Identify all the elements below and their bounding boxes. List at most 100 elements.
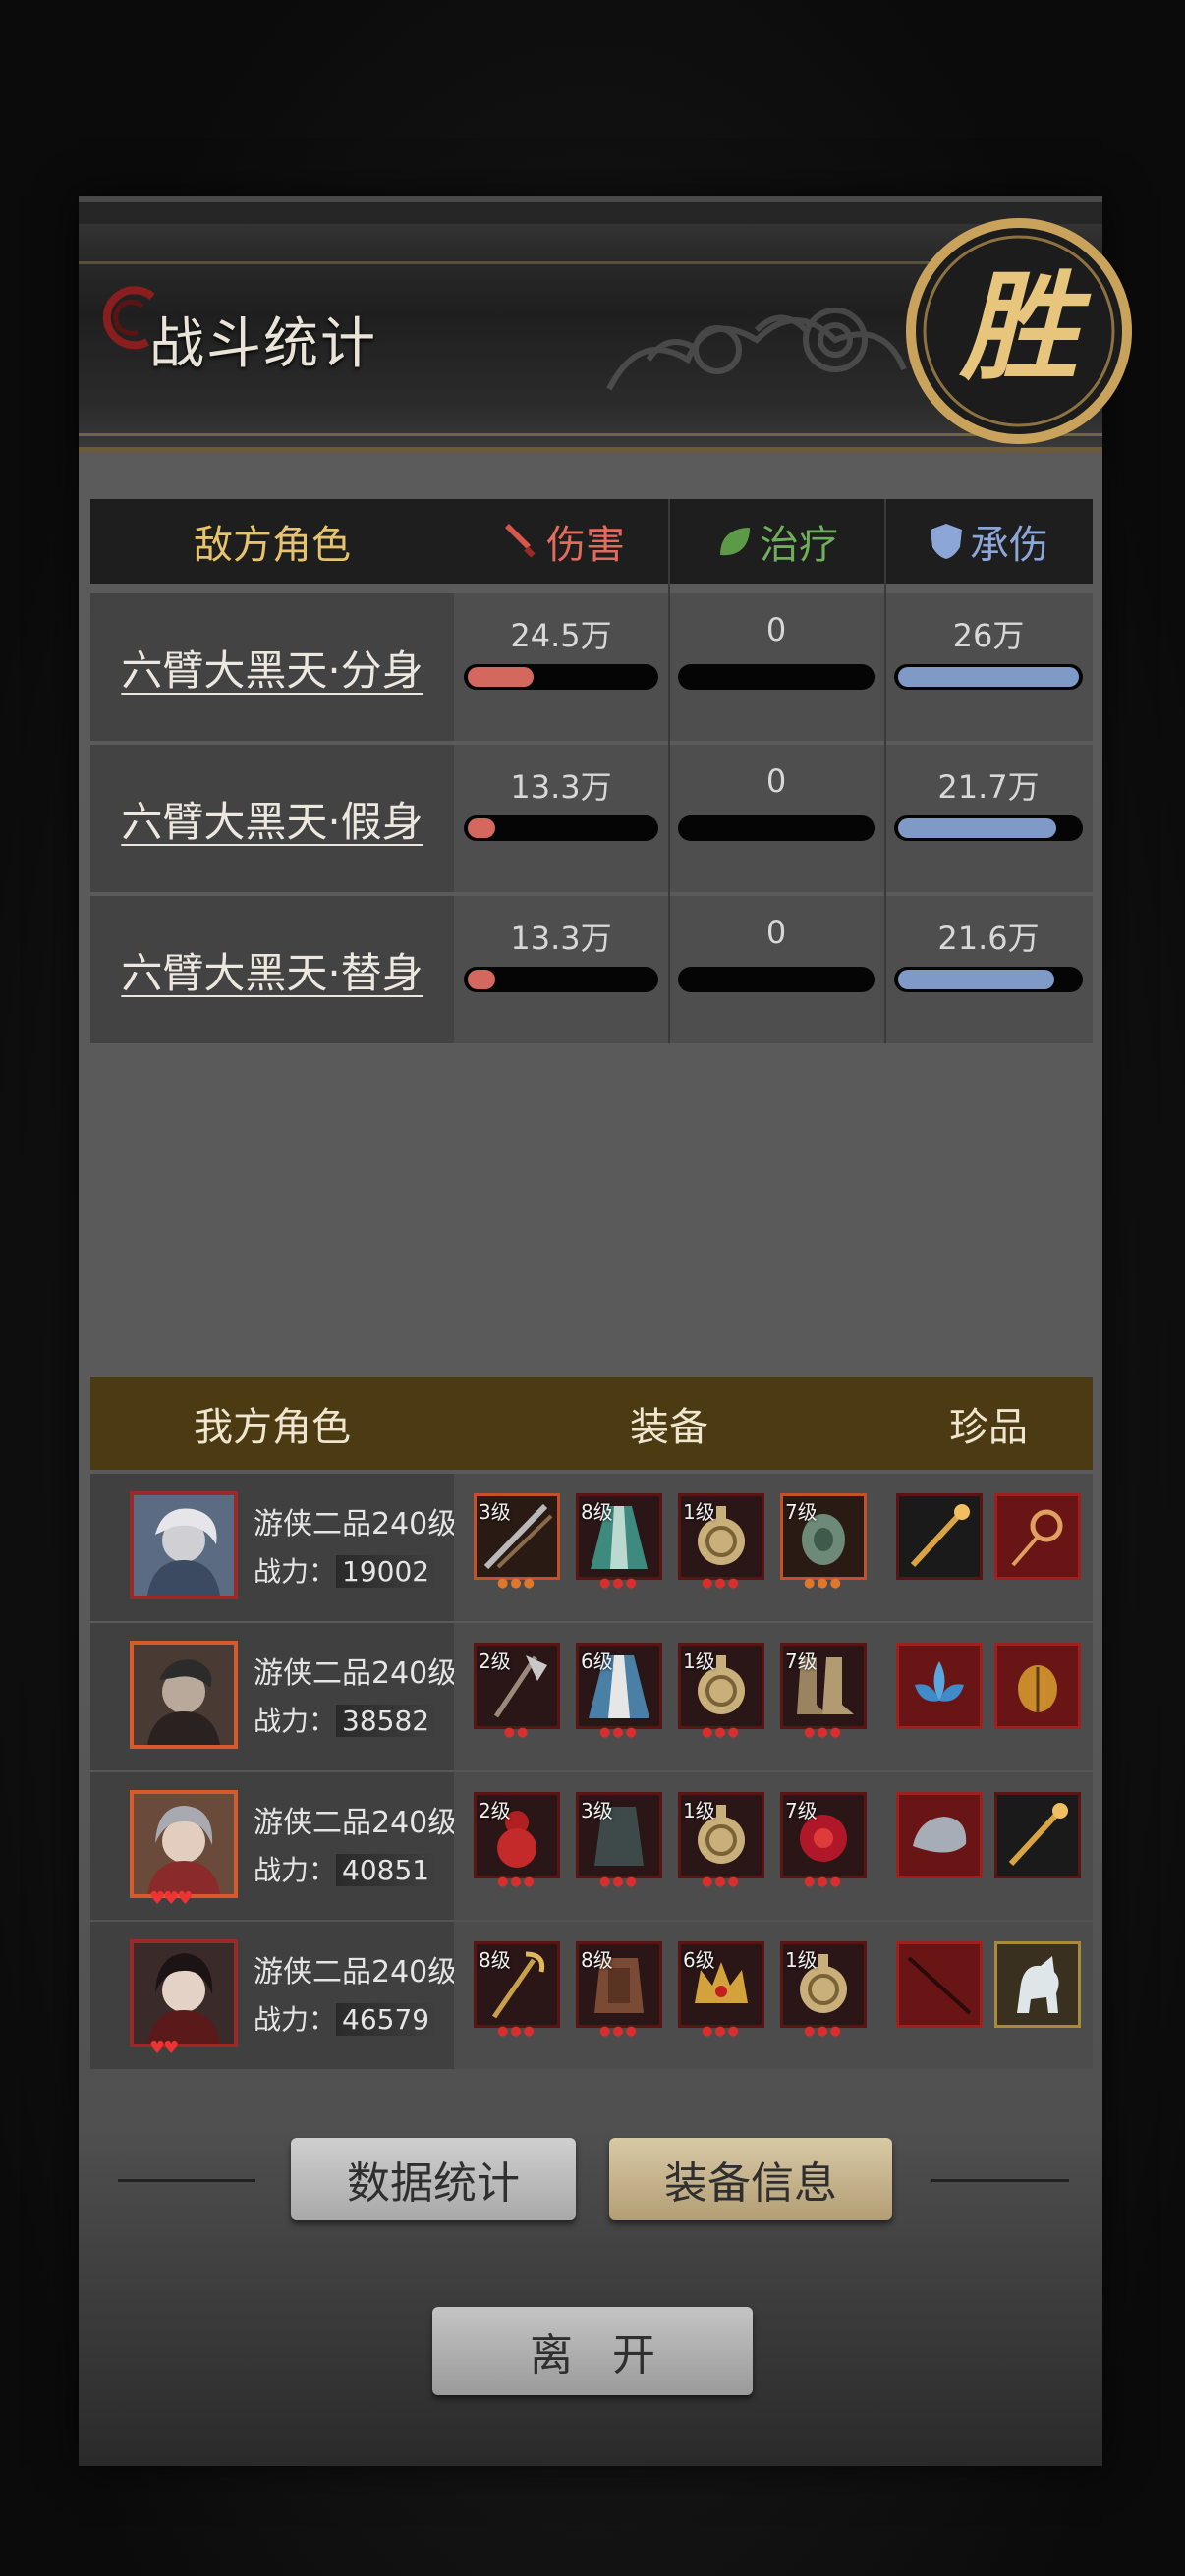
equip-slot[interactable]: 2级 ●●●	[474, 1792, 560, 1889]
treasure-row	[884, 1623, 1093, 1770]
treasure-slot[interactable]	[896, 1941, 983, 2028]
hero-class: 游侠二品240级	[254, 1656, 458, 1691]
equip-slot[interactable]: 3级 ●●●	[576, 1792, 662, 1889]
our-role-header: 我方角色	[90, 1377, 454, 1470]
equip-level: 1级	[785, 1948, 818, 1972]
rod-icon	[899, 1944, 980, 2025]
gem-slots: ●●●	[496, 1875, 537, 1889]
equip-slot[interactable]: 7级 ●●●	[780, 1643, 867, 1740]
tank-header[interactable]: 承伤	[884, 499, 1093, 584]
treasure-slot[interactable]	[994, 1493, 1081, 1580]
hero-portrait[interactable]	[130, 1491, 238, 1599]
damage-value: 24.5万	[510, 617, 612, 654]
damage-cell: 13.3万	[454, 896, 668, 1043]
beetle-icon	[997, 1646, 1078, 1726]
hero-avatar-icon	[134, 1645, 234, 1745]
heal-header[interactable]: 治疗	[668, 499, 884, 584]
hero-power: 战力： 38582	[254, 1700, 446, 1739]
hairpin-icon	[997, 1496, 1078, 1577]
hero-portrait[interactable]	[130, 1790, 238, 1898]
gem-slots: ●●●	[803, 2024, 844, 2039]
treasure-slot[interactable]	[896, 1792, 983, 1878]
heal-cell: 0	[668, 745, 884, 892]
heal-value: 0	[765, 762, 787, 800]
treasure-slot[interactable]	[994, 1792, 1081, 1878]
equip-info-button[interactable]: 装备信息	[609, 2138, 892, 2220]
tank-bar	[894, 664, 1083, 690]
seal-char: 胜	[959, 258, 1092, 397]
treasure-slot[interactable]	[896, 1643, 983, 1729]
equip-slot[interactable]: 1级 ●●●	[678, 1792, 764, 1889]
equip-slot[interactable]: 2级 ●●	[474, 1643, 560, 1740]
gem-slots: ●●●	[496, 1576, 537, 1591]
heal-value: 0	[765, 914, 787, 951]
enemy-name-link[interactable]: 六臂大黑天·假身	[90, 745, 454, 892]
gem-slots: ●●	[503, 1725, 531, 1740]
equip-slot[interactable]: 1级 ●●●	[780, 1941, 867, 2039]
treasure-row	[884, 1474, 1093, 1621]
tank-value: 21.7万	[937, 768, 1040, 806]
treasure-row	[884, 1922, 1093, 2069]
hero-portrait[interactable]	[130, 1641, 238, 1749]
equip-row: 8级 ●●● 8级 ●●● 6级 ●●● 1级 ●●●	[454, 1922, 884, 2069]
equip-level: 6级	[581, 1650, 613, 1673]
gem-slots: ●●●	[598, 2024, 640, 2039]
damage-header[interactable]: 伤害	[454, 499, 668, 584]
equip-slot[interactable]: 8级 ●●●	[576, 1941, 662, 2039]
damage-bar-fill	[468, 667, 535, 687]
treasure-row	[884, 1772, 1093, 1920]
equip-level: 2级	[479, 1650, 511, 1673]
brush-icon	[899, 1496, 980, 1577]
equip-slot[interactable]: 3级 ●●●	[474, 1493, 560, 1591]
hero-portrait[interactable]	[130, 1939, 238, 2047]
leave-button[interactable]: 离开	[432, 2307, 753, 2395]
equip-level: 8级	[479, 1948, 511, 1972]
heal-cell: 0	[668, 896, 884, 1043]
gem-slots: ●●●	[701, 2024, 742, 2039]
equip-slot[interactable]: 8级 ●●●	[576, 1493, 662, 1591]
equip-row: 3级 ●●● 8级 ●●● 1级 ●●● 7级 ●●●	[454, 1474, 884, 1621]
damage-cell: 13.3万	[454, 745, 668, 892]
gem-slots: ●●●	[496, 2024, 537, 2039]
tank-value: 21.6万	[937, 920, 1040, 957]
tank-bar	[894, 815, 1083, 841]
leaf-icon	[720, 528, 750, 556]
equip-level: 1级	[683, 1650, 715, 1673]
column-divider	[884, 499, 886, 1043]
heal-value: 0	[765, 611, 787, 648]
equip-slot[interactable]: 6级 ●●●	[576, 1643, 662, 1740]
enemy-name-link[interactable]: 六臂大黑天·替身	[90, 896, 454, 1043]
damage-value: 13.3万	[510, 920, 612, 957]
enemy-role-header: 敌方角色	[90, 499, 454, 584]
qilin-icon	[997, 1944, 1078, 2025]
treasure-slot[interactable]	[994, 1941, 1081, 2028]
damage-bar	[464, 815, 658, 841]
treasure-slot[interactable]	[896, 1493, 983, 1580]
enemy-name-link[interactable]: 六臂大黑天·分身	[90, 593, 454, 741]
equip-slot[interactable]: 8级 ●●●	[474, 1941, 560, 2039]
sword-icon	[505, 524, 536, 558]
hero-power: 战力： 46579	[254, 1998, 446, 2038]
gem-slots: ●●●	[701, 1576, 742, 1591]
hero-info: 游侠二品240级 战力： 19002	[90, 1474, 458, 1621]
data-stats-button[interactable]: 数据统计	[291, 2138, 576, 2220]
tank-bar-fill	[898, 667, 1079, 687]
equip-slot[interactable]: 7级 ●●●	[780, 1792, 867, 1889]
hero-class: 游侠二品240级	[254, 1507, 458, 1541]
gem-slots: ●●●	[598, 1725, 640, 1740]
equip-level: 8级	[581, 1948, 613, 1972]
equip-slot[interactable]: 6级 ●●●	[678, 1941, 764, 2039]
damage-bar-fill	[468, 970, 495, 989]
equip-slot[interactable]: 1级 ●●●	[678, 1643, 764, 1740]
gem-slots: ●●●	[701, 1875, 742, 1889]
hero-info: 游侠二品240级 战力： 38582	[90, 1623, 458, 1770]
heal-bar	[678, 967, 875, 992]
equip-slot[interactable]: 1级 ●●●	[678, 1493, 764, 1591]
treasure-slot[interactable]	[994, 1643, 1081, 1729]
hero-class: 游侠二品240级	[254, 1806, 458, 1840]
gem-slots: ●●●	[803, 1576, 844, 1591]
equip-slot[interactable]: 7级 ●●●	[780, 1493, 867, 1591]
equip-level: 3级	[581, 1799, 613, 1822]
lotus-icon	[899, 1646, 980, 1726]
hero-avatar-icon	[134, 1495, 234, 1596]
